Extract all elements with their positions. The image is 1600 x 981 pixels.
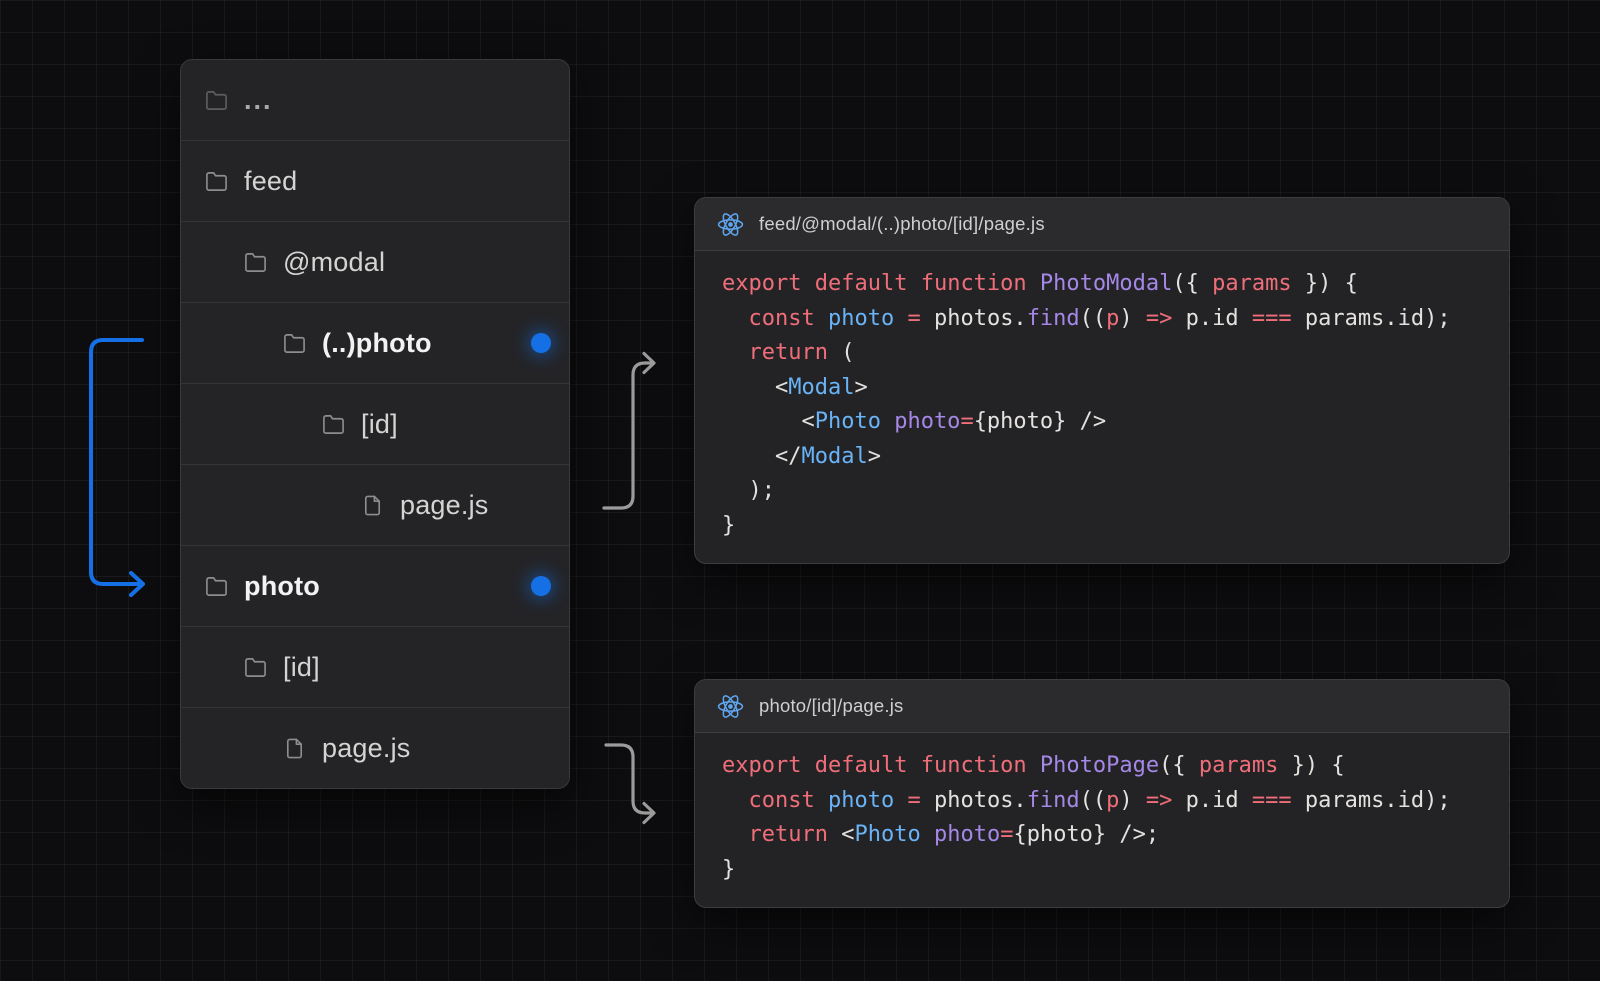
intercept-route-arrow <box>91 340 142 584</box>
code-line: const photo = photos.find((p) => p.id ==… <box>722 302 1483 337</box>
code-line: return ( <box>722 336 1483 371</box>
code-panel-header: photo/[id]/page.js <box>695 680 1509 733</box>
tree-row-label: [id] <box>283 654 320 681</box>
intercept-route-arrow <box>131 573 143 595</box>
tree-row-feed-1: feed <box>181 140 569 221</box>
tree-row-modal-2: @modal <box>181 221 569 302</box>
folder-icon <box>322 413 345 436</box>
tree-row-pagejs-8: page.js <box>181 707 569 788</box>
modal-code-arrow <box>604 363 653 508</box>
tree-row-pagejs-5: page.js <box>181 464 569 545</box>
folder-icon <box>205 575 228 598</box>
folder-icon <box>205 89 228 112</box>
folder-icon <box>244 251 267 274</box>
page-code-arrow <box>644 804 654 823</box>
code-line: export default function PhotoModal({ par… <box>722 267 1483 302</box>
tree-row-label: ... <box>244 87 273 114</box>
file-icon <box>361 494 384 517</box>
folder-icon <box>244 656 267 679</box>
code-line: <Photo photo={photo} /> <box>722 405 1483 440</box>
tree-row-label: photo <box>244 573 320 600</box>
code-line: return <Photo photo={photo} />; <box>722 818 1483 853</box>
tree-row-id-4: [id] <box>181 383 569 464</box>
code-panel-title: feed/@modal/(..)photo/[id]/page.js <box>759 213 1045 235</box>
tree-row-label: (..)photo <box>322 330 432 357</box>
active-route-dot <box>531 333 551 353</box>
code-panel-header: feed/@modal/(..)photo/[id]/page.js <box>695 198 1509 251</box>
code-block: export default function PhotoModal({ par… <box>695 251 1509 563</box>
code-line: export default function PhotoPage({ para… <box>722 749 1483 784</box>
tree-row-label: page.js <box>400 492 488 519</box>
code-panel-page: photo/[id]/page.js export default functi… <box>694 679 1510 908</box>
tree-row--0: ... <box>181 60 569 140</box>
tree-row-photo-3: (..)photo <box>181 302 569 383</box>
code-line: } <box>722 853 1483 888</box>
code-panel-modal: feed/@modal/(..)photo/[id]/page.js expor… <box>694 197 1510 564</box>
file-tree-panel: ... feed @modal (..)photo [id] page.js photo [i… <box>180 59 570 789</box>
tree-row-label: [id] <box>361 411 398 438</box>
modal-code-arrow <box>644 354 654 373</box>
code-line: ); <box>722 474 1483 509</box>
tree-row-label: feed <box>244 168 297 195</box>
react-icon <box>717 693 744 720</box>
code-panel-title: photo/[id]/page.js <box>759 695 904 717</box>
folder-icon <box>205 170 228 193</box>
tree-row-label: @modal <box>283 249 385 276</box>
code-line: const photo = photos.find((p) => p.id ==… <box>722 784 1483 819</box>
page-code-arrow <box>606 745 653 813</box>
react-icon <box>717 211 744 238</box>
tree-row-label: page.js <box>322 735 410 762</box>
code-line: </Modal> <box>722 440 1483 475</box>
active-route-dot <box>531 576 551 596</box>
tree-row-id-7: [id] <box>181 626 569 707</box>
file-icon <box>283 737 306 760</box>
code-line: <Modal> <box>722 371 1483 406</box>
code-block: export default function PhotoPage({ para… <box>695 733 1509 907</box>
code-line: } <box>722 509 1483 544</box>
folder-icon <box>283 332 306 355</box>
tree-row-photo-6: photo <box>181 545 569 626</box>
